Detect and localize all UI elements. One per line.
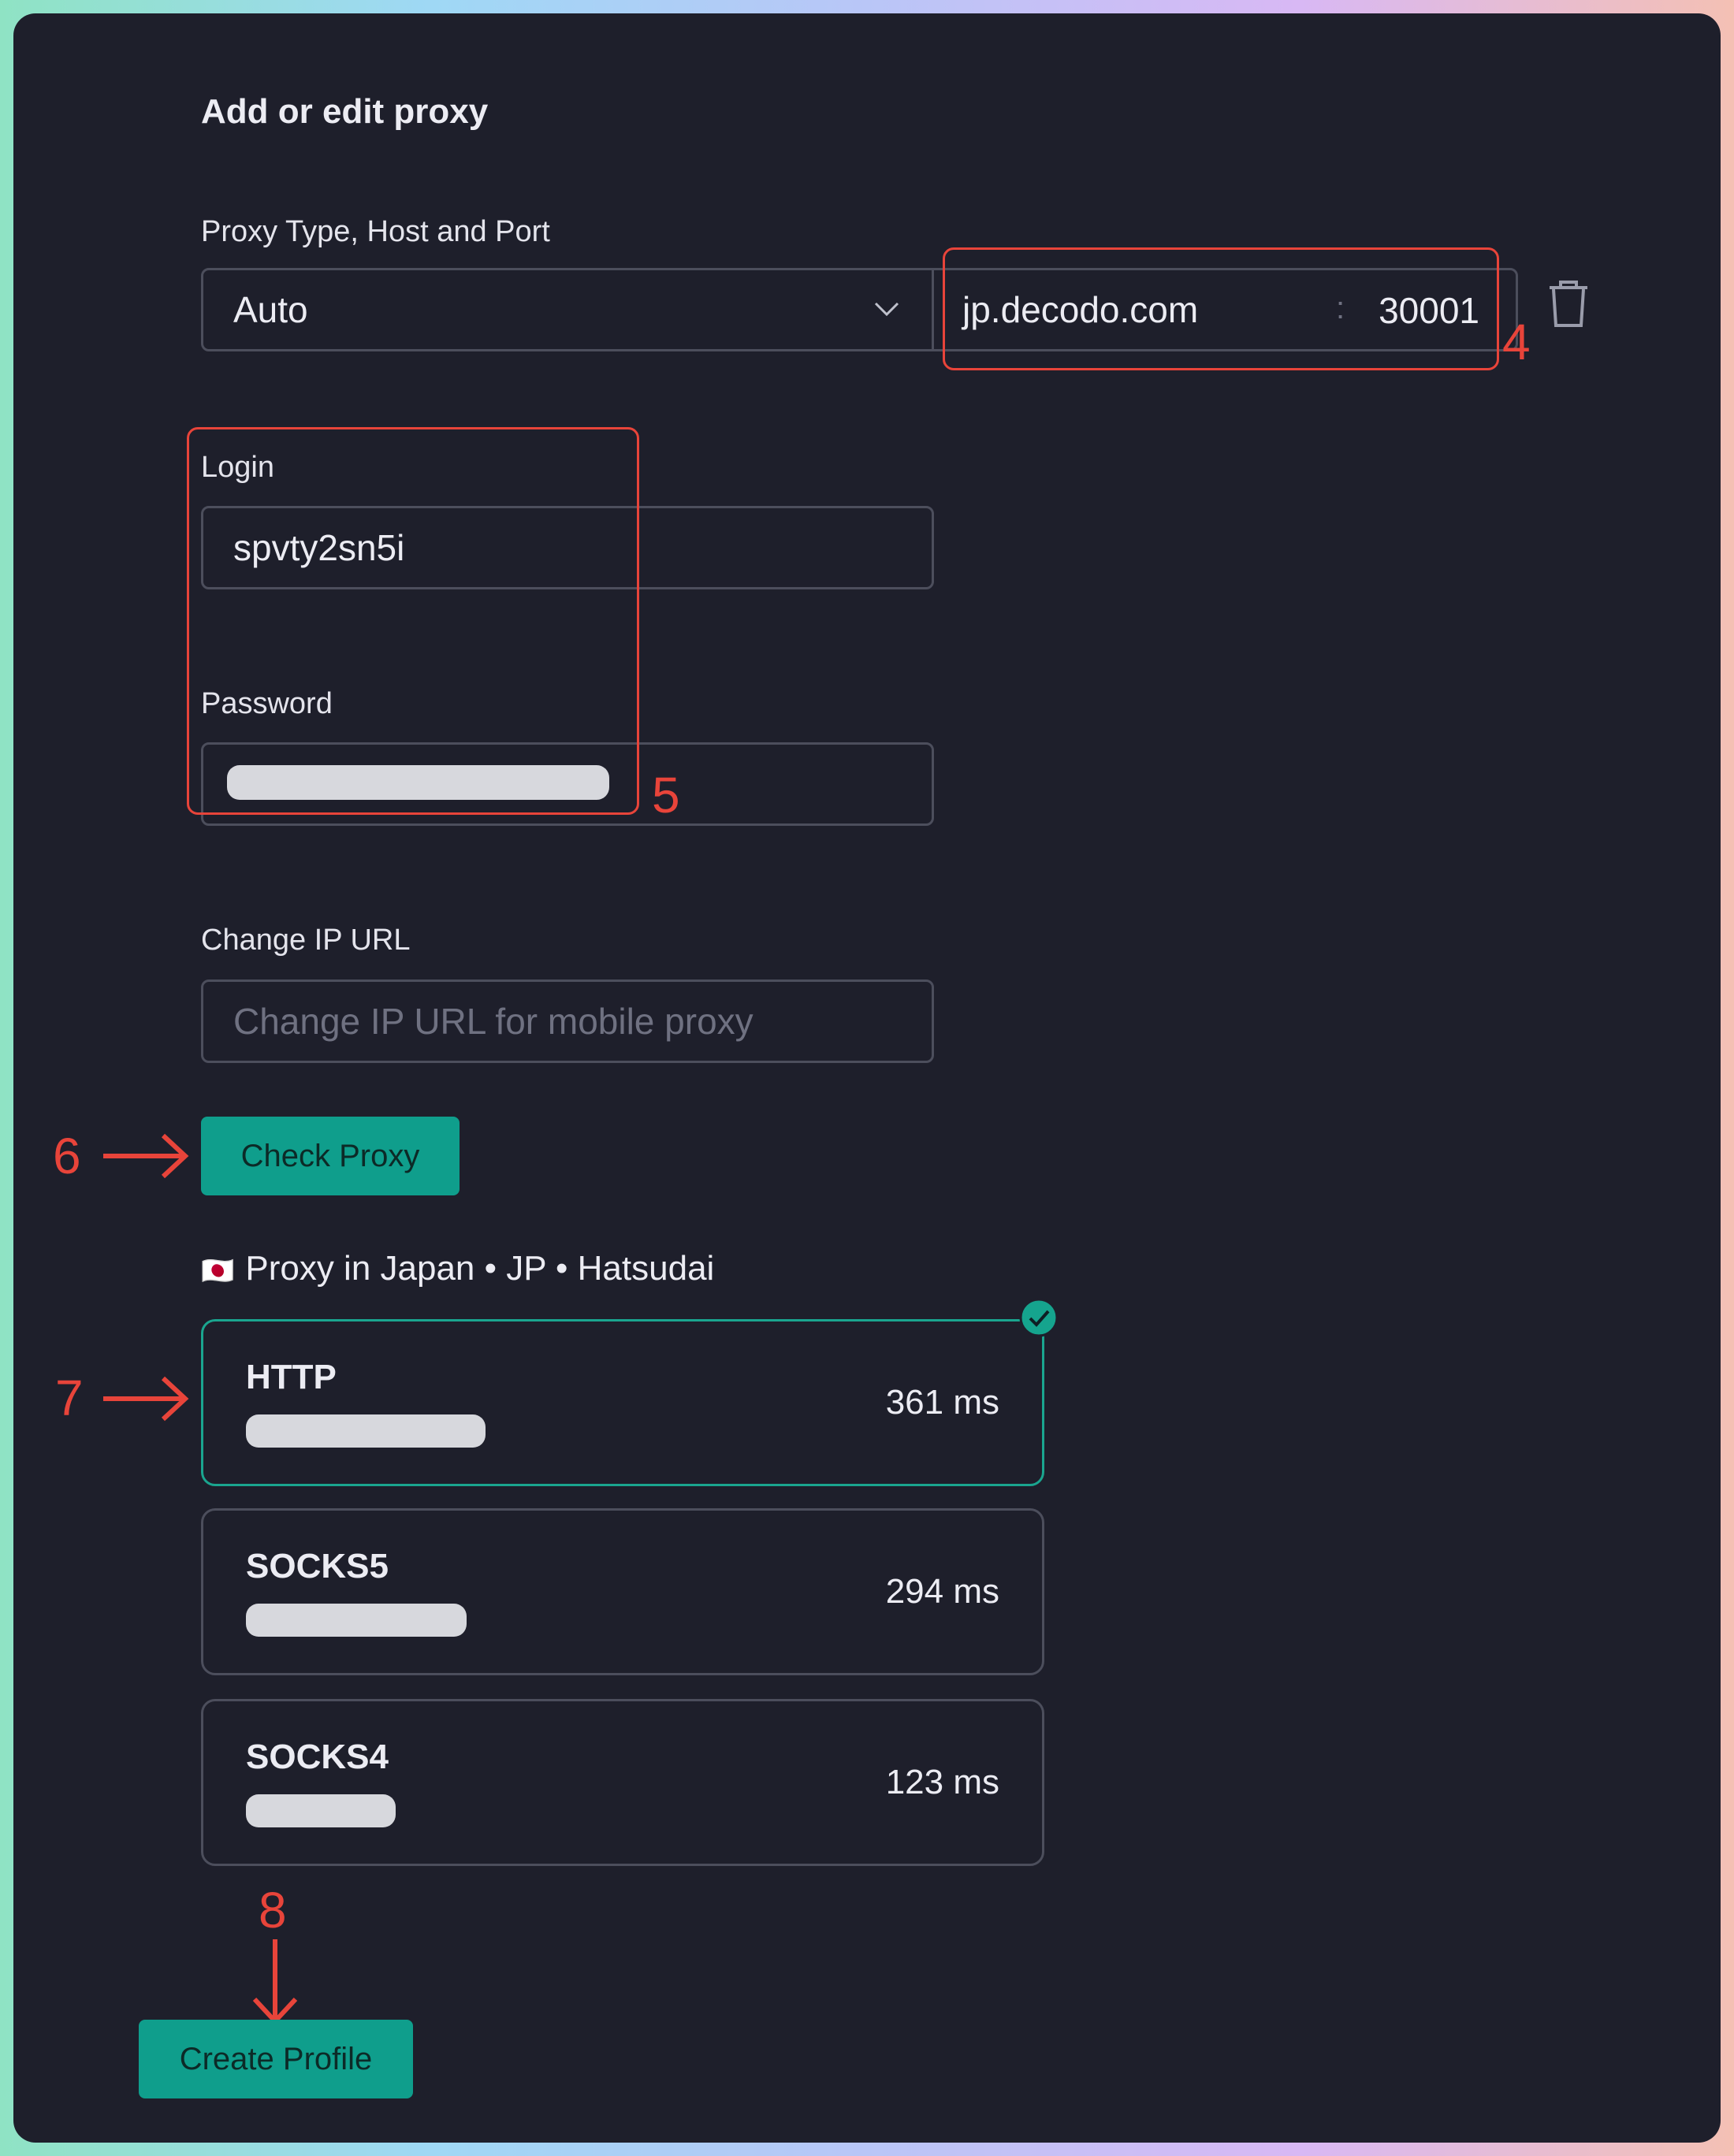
proxy-type-select[interactable]: Auto <box>201 268 934 351</box>
annotation-arrow-right-icon <box>100 1131 191 1181</box>
annotation-arrow-down-icon <box>250 1936 300 2027</box>
annotation-box-4 <box>943 247 1499 370</box>
trash-icon[interactable] <box>1545 278 1592 330</box>
annotation-number-7: 7 <box>55 1370 84 1426</box>
japan-flag-icon: 🇯🇵 <box>201 1256 235 1286</box>
proxy-result-type: SOCKS4 <box>246 1738 389 1776</box>
check-circle-icon <box>1019 1298 1059 1337</box>
proxy-result-http[interactable]: HTTP 361 ms <box>201 1319 1044 1486</box>
location-text: Proxy in Japan • JP • Hatsudai <box>245 1249 715 1288</box>
annotation-arrow-right-icon <box>100 1374 191 1424</box>
proxy-result-latency: 294 ms <box>885 1572 999 1611</box>
annotation-number-4: 4 <box>1502 314 1531 370</box>
proxy-result-socks5[interactable]: SOCKS5 294 ms <box>201 1508 1044 1675</box>
proxy-location: 🇯🇵 Proxy in Japan • JP • Hatsudai <box>201 1249 714 1288</box>
proxy-result-redaction <box>246 1794 396 1827</box>
proxy-section-label: Proxy Type, Host and Port <box>201 215 550 248</box>
proxy-result-latency: 361 ms <box>885 1383 999 1422</box>
proxy-result-type: SOCKS5 <box>246 1547 389 1585</box>
chevron-down-icon <box>873 300 900 318</box>
dialog-title: Add or edit proxy <box>201 92 489 131</box>
proxy-result-type: HTTP <box>246 1358 337 1396</box>
check-proxy-button[interactable]: Check Proxy <box>201 1117 460 1195</box>
create-profile-button[interactable]: Create Profile <box>139 2020 413 2098</box>
proxy-result-redaction <box>246 1414 486 1448</box>
proxy-type-value: Auto <box>233 289 308 330</box>
proxy-dialog: Add or edit proxy Proxy Type, Host and P… <box>13 13 1721 2143</box>
change-ip-input[interactable]: Change IP URL for mobile proxy <box>201 979 934 1063</box>
annotation-box-5 <box>187 427 639 815</box>
proxy-result-latency: 123 ms <box>885 1763 999 1801</box>
proxy-result-socks4[interactable]: SOCKS4 123 ms <box>201 1699 1044 1866</box>
annotation-number-5: 5 <box>652 767 680 823</box>
change-ip-placeholder: Change IP URL for mobile proxy <box>233 1001 754 1042</box>
proxy-result-redaction <box>246 1604 467 1637</box>
annotation-number-6: 6 <box>53 1128 81 1184</box>
annotation-number-8: 8 <box>259 1882 287 1939</box>
change-ip-label: Change IP URL <box>201 924 411 957</box>
